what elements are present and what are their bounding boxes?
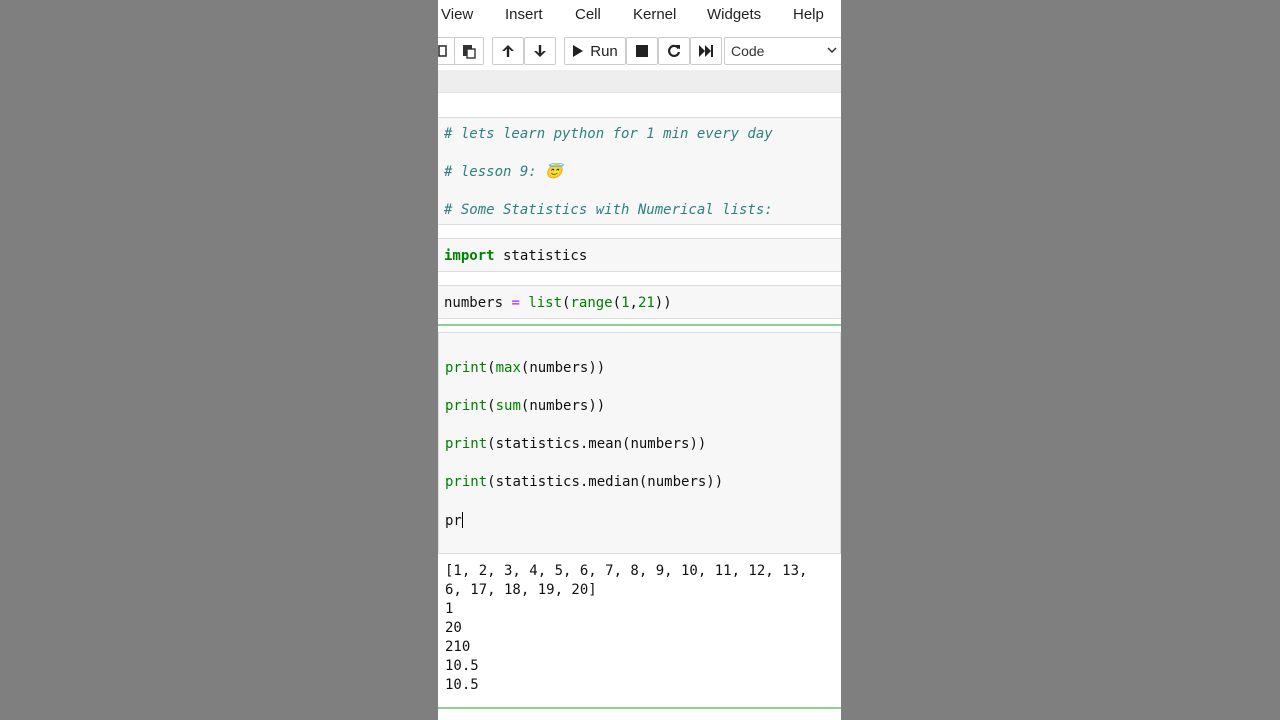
paste-button[interactable] (454, 37, 484, 65)
fast-forward-icon (699, 45, 713, 57)
import-code: import statistics (444, 248, 587, 264)
run-icon (573, 45, 584, 57)
menu-widgets[interactable]: Widgets (707, 6, 761, 23)
menu-help[interactable]: Help (793, 6, 824, 23)
paren: ( (487, 360, 496, 376)
args: (statistics.mean(numbers)) (487, 436, 707, 452)
restart-button[interactable] (658, 37, 690, 65)
code-line-5[interactable]: pr (445, 512, 463, 529)
paren: ( (612, 295, 622, 311)
notebook-frame: View Insert Cell Kernel Widgets Help Run (438, 0, 841, 720)
args: (numbers)) (520, 398, 606, 414)
import-module: statistics (494, 248, 588, 264)
output-line: 10.5 (445, 658, 479, 674)
number-literal: 21 (637, 295, 655, 311)
comment-line-2: # lesson 9: 😇 (444, 164, 563, 180)
paste-icon (463, 45, 476, 59)
copy-icon (438, 45, 447, 57)
output-line: 210 (445, 639, 471, 655)
comment-cell[interactable]: # lets learn python for 1 min every day … (438, 117, 841, 225)
print-builtin: print (445, 474, 488, 490)
selected-cell-border-top (438, 324, 841, 326)
menu-view[interactable]: View (441, 6, 473, 23)
code-line-2: print(sum(numbers)) (445, 398, 605, 414)
numbers-var: numbers (444, 295, 512, 311)
comment-line-1: # lets learn python for 1 min every day (444, 126, 773, 142)
print-builtin: print (445, 360, 488, 376)
print-builtin: print (445, 436, 488, 452)
output-line: 10.5 (445, 677, 479, 693)
run-button[interactable]: Run (564, 37, 626, 65)
args: (statistics.median(numbers)) (487, 474, 724, 490)
import-cell[interactable]: import statistics (438, 238, 841, 272)
toolbar: Run Code (438, 34, 841, 68)
menu-insert[interactable]: Insert (505, 6, 543, 23)
args: (numbers)) (520, 360, 606, 376)
output-line: 20 (445, 620, 462, 636)
restart-icon (668, 44, 681, 57)
output-line: 1 (445, 601, 454, 617)
paren: ( (487, 398, 496, 414)
sum-builtin: sum (495, 398, 521, 414)
editing-cell[interactable]: print(max(numbers)) print(sum(numbers)) … (438, 332, 841, 554)
stop-button[interactable] (626, 37, 658, 65)
numbers-cell[interactable]: numbers = list(range(1,21)) (438, 285, 841, 319)
cell-type-select[interactable]: Code (724, 37, 841, 65)
stop-icon (636, 45, 648, 57)
cell-output: [1, 2, 3, 4, 5, 6, 7, 8, 9, 10, 11, 12, … (438, 556, 841, 706)
fast-forward-button[interactable] (690, 37, 722, 65)
code-line-4: print(statistics.median(numbers)) (445, 474, 723, 490)
chevron-down-icon (827, 47, 837, 54)
comment-line-3: # Some Statistics with Numerical lists: (444, 202, 773, 218)
move-up-button[interactable] (492, 37, 524, 65)
import-keyword: import (444, 248, 495, 264)
menubar: View Insert Cell Kernel Widgets Help (438, 0, 841, 30)
number-literal: 1 (621, 295, 630, 311)
code-line-1: print(max(numbers)) (445, 360, 605, 376)
menu-kernel[interactable]: Kernel (633, 6, 676, 23)
assign-operator: = (511, 295, 520, 311)
text-cursor (461, 512, 463, 528)
move-down-button[interactable] (524, 37, 556, 65)
typed-text: pr (445, 513, 462, 529)
menu-cell[interactable]: Cell (575, 6, 601, 23)
list-builtin: list (528, 295, 563, 311)
comma: , (629, 295, 638, 311)
move-down-icon (534, 45, 546, 57)
notebook-header-strip (438, 70, 841, 93)
cell-type-value: Code (731, 43, 765, 59)
code-line-3: print(statistics.mean(numbers)) (445, 436, 706, 452)
output-line: 6, 17, 18, 19, 20] (445, 582, 597, 598)
print-builtin: print (445, 398, 488, 414)
move-up-icon (502, 45, 514, 57)
close-parens: )) (654, 295, 672, 311)
selected-cell-border-bottom (438, 707, 841, 709)
max-builtin: max (495, 360, 521, 376)
output-line: [1, 2, 3, 4, 5, 6, 7, 8, 9, 10, 11, 12, … (445, 563, 808, 579)
range-builtin: range (570, 295, 613, 311)
run-label: Run (590, 42, 618, 60)
numbers-code: numbers = list(range(1,21)) (444, 295, 672, 311)
